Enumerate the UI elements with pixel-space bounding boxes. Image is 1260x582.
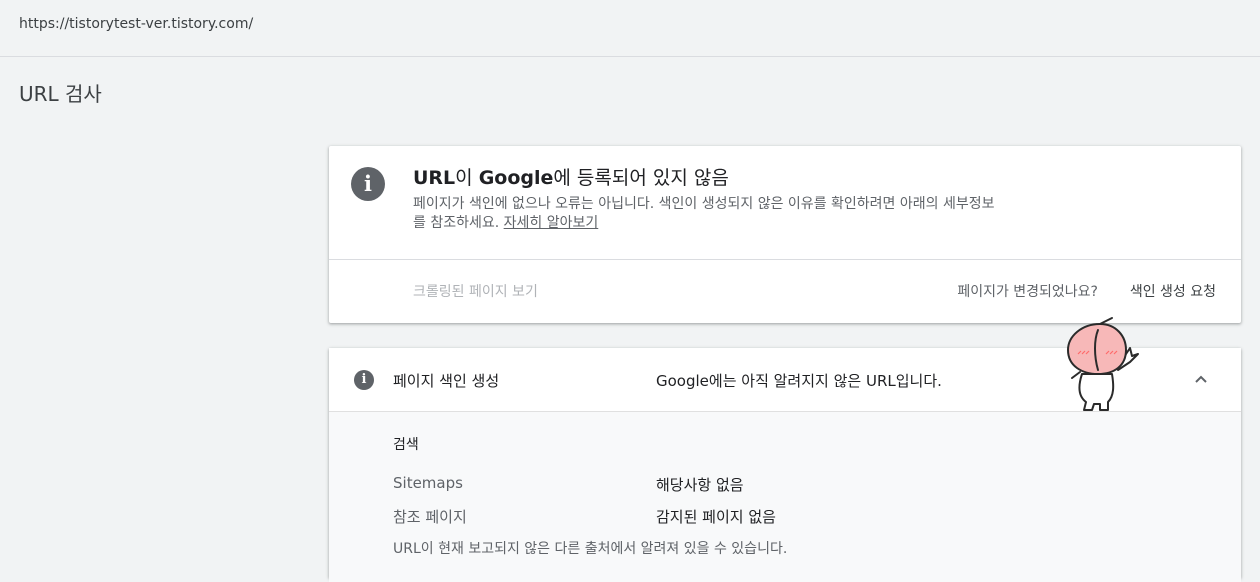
discovery-note: URL이 현재 보고되지 않은 다른 출처에서 알려져 있을 수 있습니다. — [393, 541, 788, 557]
coverage-label: 페이지 색인 생성 — [393, 372, 500, 390]
coverage-details: 검색 Sitemaps 해당사항 없음 참조 페이지 감지된 페이지 없음 UR… — [329, 412, 1241, 582]
referring-page-label: 참조 페이지 — [393, 508, 467, 526]
discovery-section-title: 검색 — [393, 437, 419, 453]
page-title: URL 검사 — [19, 82, 102, 106]
coverage-value: Google에는 아직 알려지지 않은 URL입니다. — [656, 372, 942, 390]
info-icon: i — [351, 167, 385, 201]
chevron-up-icon[interactable] — [1189, 368, 1213, 392]
index-status-card: i URL이 Google에 등록되어 있지 않음 페이지가 색인에 없으나 오… — [329, 146, 1241, 323]
index-status-description: 페이지가 색인에 없으나 오류는 아닙니다. 색인이 생성되지 않은 이유를 확… — [413, 195, 1003, 233]
property-url[interactable]: https://tistorytest-ver.tistory.com/ — [19, 16, 253, 32]
learn-more-link[interactable]: 자세히 알아보기 — [504, 215, 599, 231]
title-connector: 이 — [455, 167, 479, 189]
referring-page-value: 감지된 페이지 없음 — [656, 508, 776, 526]
request-indexing-button[interactable]: 색인 생성 요청 — [1130, 281, 1216, 301]
top-bar: https://tistorytest-ver.tistory.com/ — [0, 0, 1260, 57]
info-icon: i — [354, 370, 374, 390]
description-text: 페이지가 색인에 없으나 오류는 아닙니다. 색인이 생성되지 않은 이유를 확… — [413, 196, 995, 231]
page-changed-question: 페이지가 변경되었나요? — [957, 284, 1098, 300]
sitemaps-label: Sitemaps — [393, 474, 463, 492]
title-google: Google — [478, 167, 554, 189]
index-status-title: URL이 Google에 등록되어 있지 않음 — [413, 163, 729, 190]
peach-mascot-sticker — [1067, 317, 1139, 411]
sitemaps-value: 해당사항 없음 — [656, 476, 744, 494]
view-crawled-page-button[interactable]: 크롤링된 페이지 보기 — [413, 281, 538, 301]
title-url: URL — [413, 167, 456, 189]
card-divider — [329, 259, 1241, 260]
title-rest: 에 등록되어 있지 않음 — [553, 167, 729, 189]
